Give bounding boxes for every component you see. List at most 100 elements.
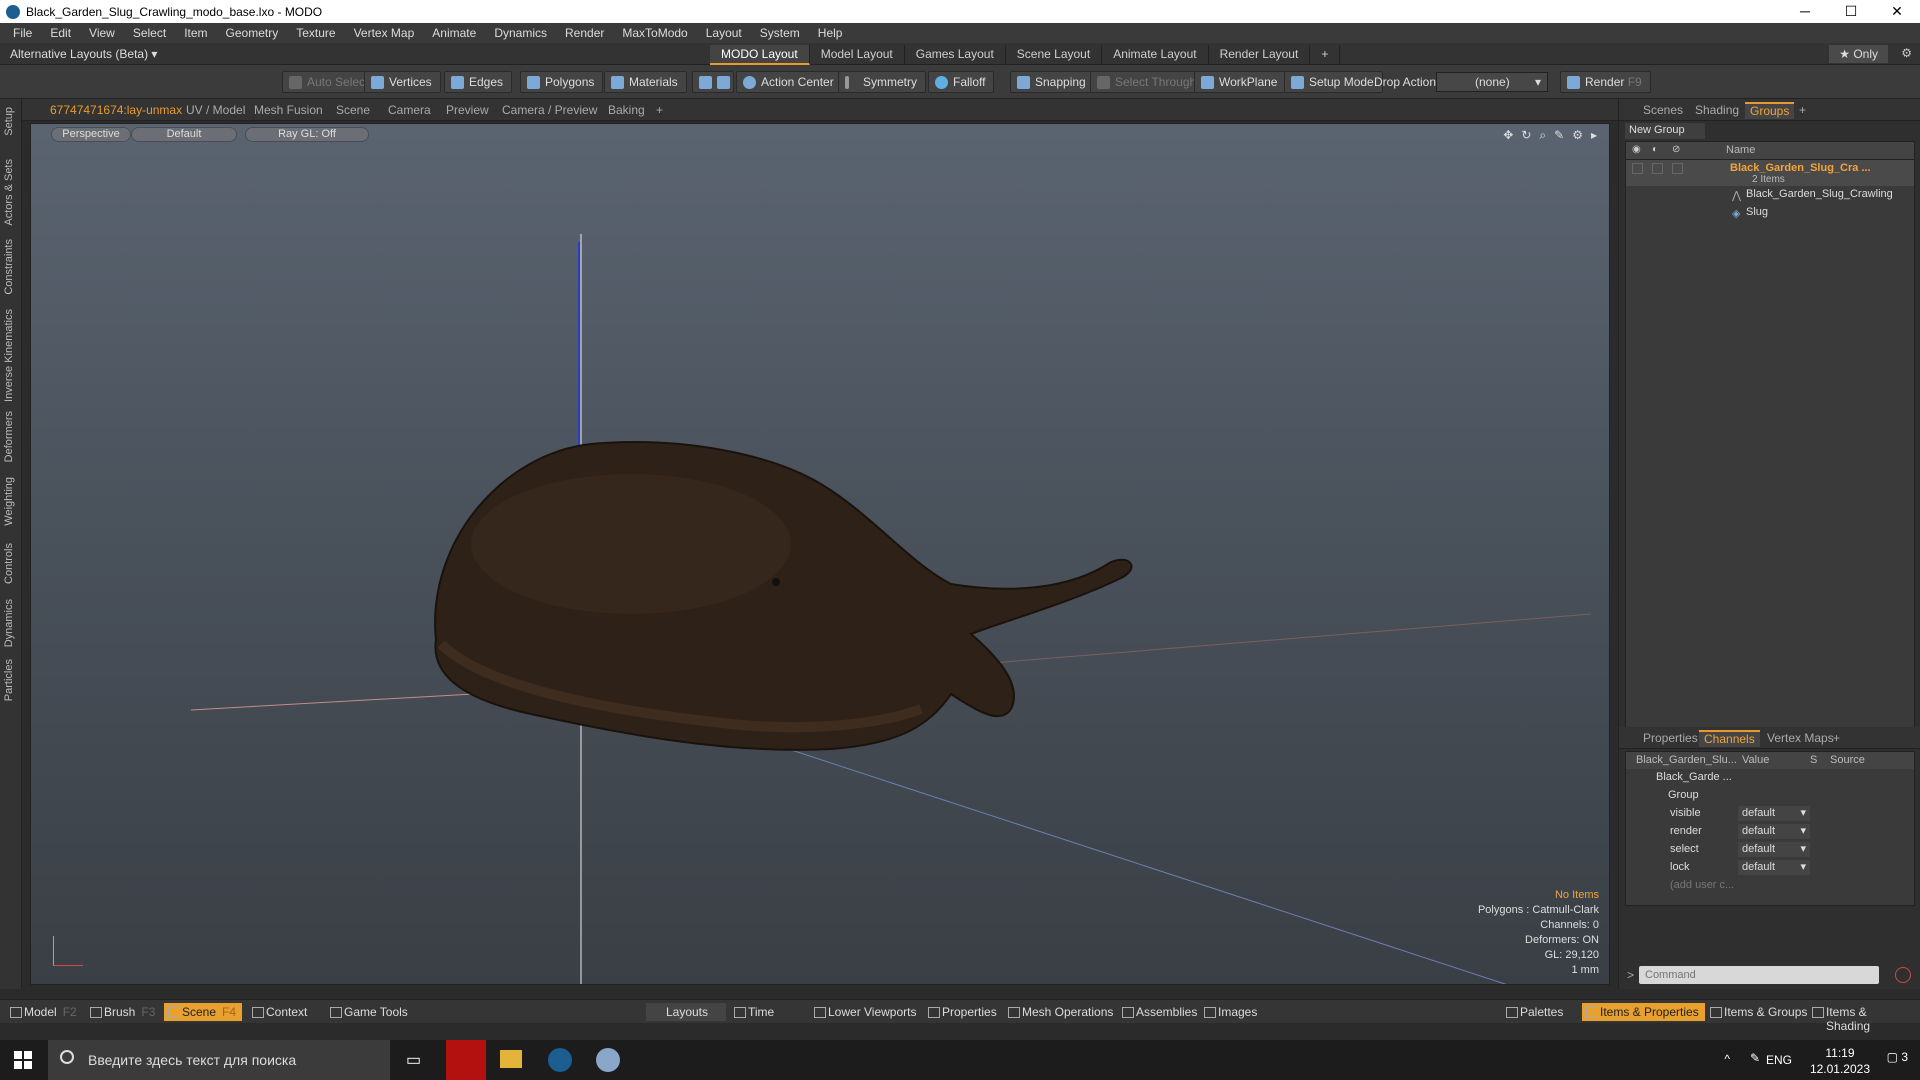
- falloff-button[interactable]: Falloff: [928, 71, 995, 93]
- render-button[interactable]: Render F9: [1560, 71, 1651, 93]
- tab-animate-layout[interactable]: Animate Layout: [1102, 45, 1209, 65]
- select-through-button[interactable]: Select Through: [1090, 71, 1206, 93]
- time-button[interactable]: Time: [730, 1003, 800, 1021]
- command-expand-icon[interactable]: >: [1627, 968, 1634, 982]
- tab-groups[interactable]: Groups: [1745, 102, 1795, 119]
- menu-item[interactable]: Item: [175, 26, 216, 40]
- channel-value-dropdown[interactable]: default: [1738, 860, 1810, 875]
- tab-scene-layout[interactable]: Scene Layout: [1006, 45, 1103, 65]
- add-viewport-tab-button[interactable]: +: [656, 103, 663, 117]
- channel-row-select[interactable]: select default: [1626, 841, 1914, 859]
- vtab-constraints[interactable]: Constraints: [3, 239, 15, 295]
- taskbar-search[interactable]: Введите здесь текст для поиска: [48, 1040, 390, 1080]
- items-properties-button[interactable]: Items & Properties: [1582, 1003, 1705, 1021]
- setup-mode-button[interactable]: Setup Mode: [1284, 71, 1383, 93]
- windows-start-icon[interactable]: [14, 1051, 32, 1069]
- workplane-button[interactable]: WorkPlane: [1194, 71, 1287, 93]
- menu-maxtomodo[interactable]: MaxToModo: [613, 26, 696, 40]
- col-s[interactable]: S: [1810, 754, 1817, 766]
- col-source[interactable]: Source: [1830, 754, 1865, 766]
- images-button[interactable]: Images: [1200, 1003, 1263, 1021]
- notification-icon[interactable]: ▢ 3: [1887, 1050, 1908, 1064]
- edges-button[interactable]: Edges: [444, 71, 513, 93]
- menu-texture[interactable]: Texture: [287, 26, 344, 40]
- group-row-root[interactable]: Black_Garden_Slug_Cra ... 2 Items: [1626, 160, 1914, 186]
- channel-row-render[interactable]: render default: [1626, 823, 1914, 841]
- alternative-layouts-dropdown[interactable]: Alternative Layouts (Beta) ▾: [10, 47, 157, 61]
- snapping-button[interactable]: Snapping: [1010, 71, 1095, 93]
- group-child-row[interactable]: ◈ Slug: [1626, 204, 1914, 222]
- symmetry-button[interactable]: Symmetry: [838, 71, 926, 93]
- tab-lay-unmax[interactable]: 67747471674:lay-unmax: [50, 103, 182, 117]
- menu-view[interactable]: View: [80, 26, 124, 40]
- render-col-icon[interactable]: ◐: [1652, 144, 1658, 155]
- drop-action-dropdown[interactable]: (none) ▾: [1436, 72, 1548, 92]
- group-child-row[interactable]: ⋀ Black_Garden_Slug_Crawling: [1626, 186, 1914, 204]
- tab-modo-layout[interactable]: MODO Layout: [710, 45, 810, 65]
- menu-file[interactable]: File: [4, 26, 41, 40]
- menu-system[interactable]: System: [751, 26, 809, 40]
- items-shading-button[interactable]: Items & Shading: [1808, 1003, 1920, 1033]
- file-explorer-icon[interactable]: [500, 1050, 522, 1068]
- language-indicator[interactable]: ENG: [1766, 1053, 1792, 1067]
- channels-group-row[interactable]: Group: [1626, 787, 1914, 805]
- lock-toggle[interactable]: [1672, 163, 1683, 174]
- menu-animate[interactable]: Animate: [423, 26, 485, 40]
- maximize-button[interactable]: ☐: [1828, 0, 1874, 23]
- transform-tools-button[interactable]: [692, 71, 734, 93]
- materials-button[interactable]: Materials: [604, 71, 687, 93]
- tab-properties[interactable]: Properties: [1643, 731, 1698, 745]
- channels-root-row[interactable]: Black_Garde ...: [1626, 769, 1914, 787]
- modo-taskbar-icon[interactable]: [548, 1048, 572, 1072]
- tab-channels[interactable]: Channels: [1699, 730, 1760, 747]
- vtab-controls[interactable]: Controls: [3, 543, 15, 584]
- minimize-button[interactable]: ─: [1782, 0, 1828, 23]
- tab-vertex-maps[interactable]: Vertex Maps: [1767, 731, 1834, 745]
- vtab-actors-sets[interactable]: Actors & Sets: [3, 159, 15, 226]
- menu-layout[interactable]: Layout: [697, 26, 751, 40]
- tab-scene[interactable]: Scene: [336, 103, 370, 117]
- model-button[interactable]: Model F2: [6, 1003, 83, 1021]
- col-value[interactable]: Value: [1742, 754, 1769, 766]
- menu-dynamics[interactable]: Dynamics: [485, 26, 556, 40]
- game-tools-button[interactable]: Game Tools: [326, 1003, 414, 1021]
- brush-button[interactable]: Brush F3: [86, 1003, 161, 1021]
- vtab-dynamics[interactable]: Dynamics: [3, 599, 15, 647]
- tab-games-layout[interactable]: Games Layout: [905, 45, 1006, 65]
- action-center-button[interactable]: Action Center: [736, 71, 843, 93]
- add-layout-button[interactable]: +: [1310, 45, 1341, 65]
- channel-row-lock[interactable]: lock default: [1626, 859, 1914, 877]
- palettes-button[interactable]: Palettes: [1502, 1003, 1569, 1021]
- tab-preview[interactable]: Preview: [446, 103, 489, 117]
- render-toggle[interactable]: [1652, 163, 1663, 174]
- menu-geometry[interactable]: Geometry: [217, 26, 288, 40]
- tab-camera[interactable]: Camera: [388, 103, 431, 117]
- context-button[interactable]: Context: [248, 1003, 313, 1021]
- tab-render-layout[interactable]: Render Layout: [1209, 45, 1311, 65]
- menu-select[interactable]: Select: [124, 26, 175, 40]
- opera-icon[interactable]: [446, 1040, 486, 1080]
- polygons-button[interactable]: Polygons: [520, 71, 604, 93]
- command-input[interactable]: [1639, 966, 1879, 984]
- tab-camera-preview[interactable]: Camera / Preview: [502, 103, 597, 117]
- new-group-button[interactable]: New Group: [1625, 123, 1705, 139]
- items-groups-button[interactable]: Items & Groups: [1706, 1003, 1813, 1021]
- menu-render[interactable]: Render: [556, 26, 613, 40]
- tab-baking[interactable]: Baking: [608, 103, 645, 117]
- channel-value-dropdown[interactable]: default: [1738, 806, 1810, 821]
- menu-vertex-map[interactable]: Vertex Map: [345, 26, 424, 40]
- 3d-viewport[interactable]: Perspective Default Ray GL: Off ✥ ↻ ⌕ ✎ …: [30, 123, 1610, 985]
- vtab-inverse-kinematics[interactable]: Inverse Kinematics: [3, 309, 15, 402]
- add-user-channel-row[interactable]: (add user c...: [1626, 877, 1914, 895]
- lock-col-icon[interactable]: ⊘: [1672, 144, 1680, 155]
- vertices-button[interactable]: Vertices: [364, 71, 441, 93]
- record-icon[interactable]: [1895, 967, 1911, 983]
- channel-value-dropdown[interactable]: default: [1738, 842, 1810, 857]
- channel-row-visible[interactable]: visible default: [1626, 805, 1914, 823]
- clock[interactable]: 11:19 12.01.2023: [1810, 1045, 1870, 1077]
- col-item[interactable]: Black_Garden_Slu...: [1636, 754, 1737, 766]
- vtab-deformers[interactable]: Deformers: [3, 411, 15, 462]
- add-right-tab-button[interactable]: +: [1799, 103, 1806, 117]
- add-bottom-tab-button[interactable]: +: [1833, 731, 1840, 745]
- lower-viewports-button[interactable]: Lower Viewports: [810, 1003, 923, 1021]
